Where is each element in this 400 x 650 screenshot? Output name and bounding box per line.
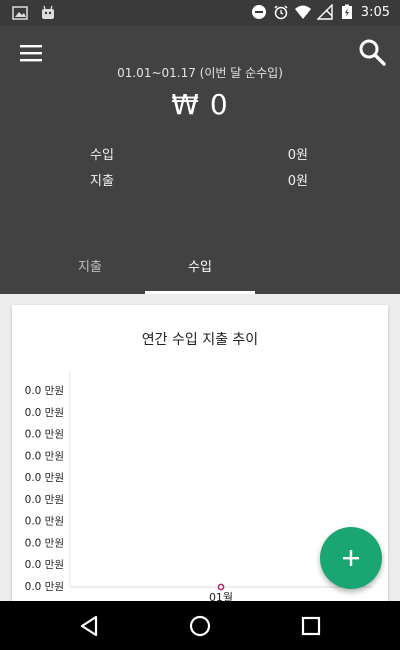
y-tick-label: 0.0 만원	[25, 559, 64, 571]
wifi-icon	[294, 5, 311, 19]
tab-income[interactable]: 수입	[145, 252, 255, 294]
navigation-bar	[0, 601, 400, 650]
home-icon[interactable]	[183, 609, 217, 643]
y-tick-label: 0.0 만원	[25, 494, 64, 506]
summary-header: 01.01~01.17 (이번 달 순수입) ₩ 0 수입 0원 지출 0원 지…	[0, 26, 400, 294]
income-row: 수입 0원	[0, 144, 400, 164]
status-time: 3:05	[360, 4, 390, 20]
status-bar: 3:05	[0, 0, 400, 26]
income-label: 수입	[90, 148, 114, 163]
expense-row: 지출 0원	[0, 170, 400, 190]
y-tick-label: 0.0 만원	[25, 429, 64, 441]
y-tick-label: 0.0 만원	[25, 537, 64, 549]
y-tick-label: 0.0 만원	[25, 472, 64, 484]
battery-charging-icon	[341, 4, 352, 19]
y-tick-label: 0.0 만원	[25, 581, 64, 593]
y-tick-label: 0.0 만원	[25, 516, 64, 528]
do-not-disturb-icon	[251, 5, 266, 19]
net-amount: ₩ 0	[171, 88, 229, 121]
y-tick-label: 0.0 만원	[25, 450, 64, 462]
data-point	[217, 583, 225, 591]
expense-label: 지출	[90, 174, 114, 189]
menu-icon[interactable]	[18, 42, 44, 64]
income-value: 0원	[287, 148, 308, 163]
y-tick-label: 0.0 만원	[25, 407, 64, 419]
back-icon[interactable]	[72, 609, 106, 643]
tab-expense[interactable]: 지출	[35, 252, 145, 294]
alarm-icon	[274, 5, 288, 20]
recents-icon[interactable]	[294, 609, 328, 643]
plus-icon	[343, 550, 359, 566]
tab-indicator	[145, 291, 255, 294]
add-entry-button[interactable]	[320, 527, 382, 589]
expense-value: 0원	[287, 174, 308, 189]
period-label: 01.01~01.17 (이번 달 순수입)	[117, 66, 283, 80]
y-tick-label: 0.0 만원	[25, 385, 64, 397]
image-notification-icon	[12, 6, 28, 20]
android-notification-icon	[42, 5, 54, 19]
signal-icon	[316, 4, 333, 20]
search-icon[interactable]	[358, 38, 386, 66]
